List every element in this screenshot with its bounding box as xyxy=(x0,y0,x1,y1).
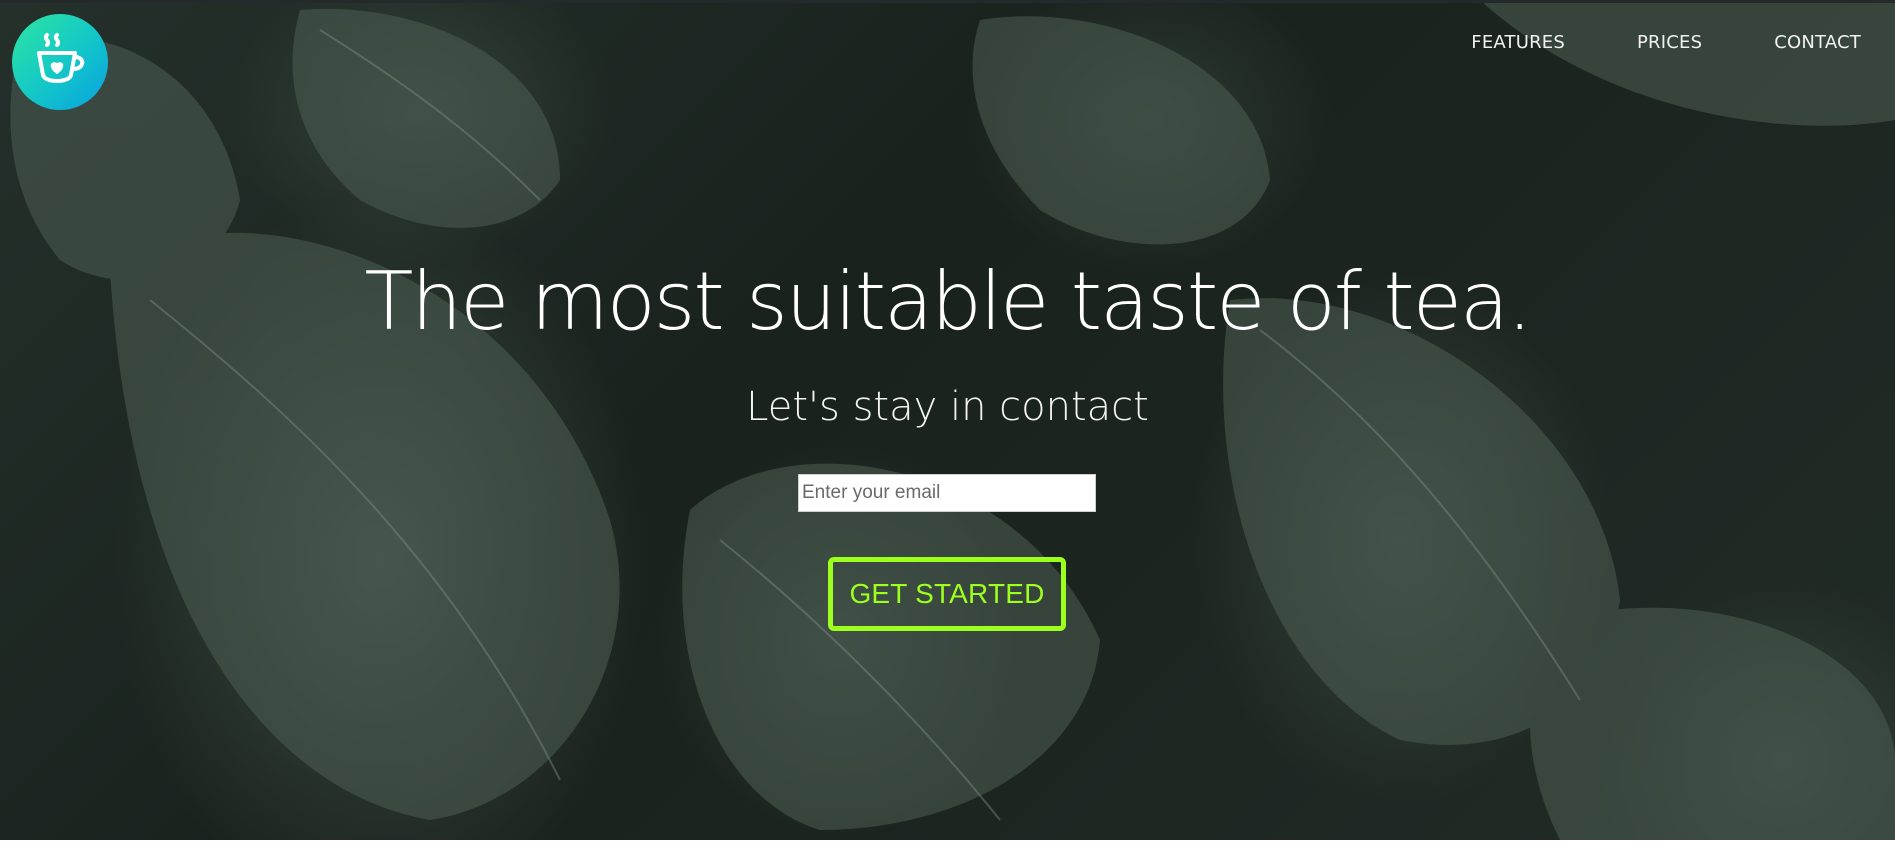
nav-item-contact[interactable]: CONTACT xyxy=(1774,32,1861,53)
hero-headline: The most suitable taste of tea. xyxy=(364,255,1533,348)
tea-cup-heart-icon xyxy=(37,33,85,83)
get-started-button[interactable]: GET STARTED xyxy=(828,557,1066,631)
email-input[interactable] xyxy=(798,474,1096,512)
nav-item-prices[interactable]: PRICES xyxy=(1637,32,1702,53)
hero-section: FEATURES PRICES CONTACT The most suitabl… xyxy=(0,0,1895,840)
hero-subheading: Let's stay in contact xyxy=(746,384,1149,430)
top-border xyxy=(0,0,1895,3)
nav-item-features[interactable]: FEATURES xyxy=(1471,32,1565,53)
logo[interactable] xyxy=(12,14,108,110)
main-nav: FEATURES PRICES CONTACT xyxy=(1399,32,1861,53)
